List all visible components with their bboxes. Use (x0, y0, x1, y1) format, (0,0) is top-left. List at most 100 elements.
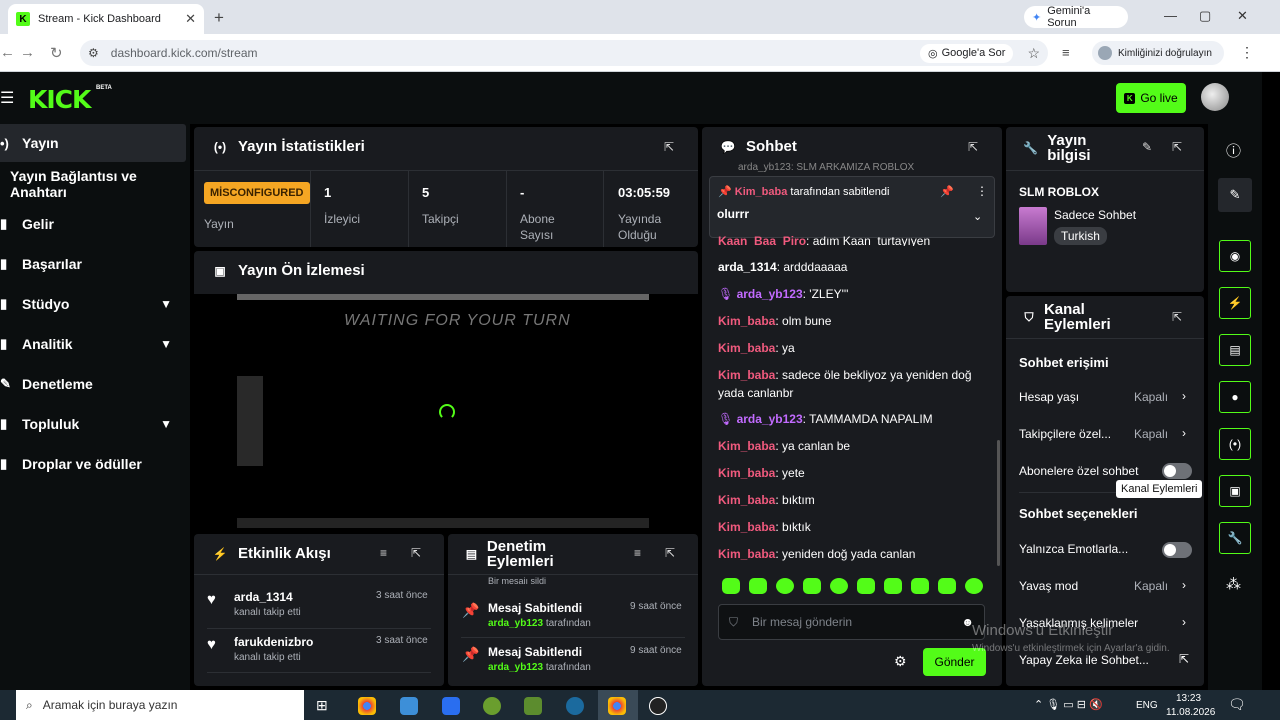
browser-tab[interactable]: K Stream - Kick Dashboard ✕ (8, 4, 204, 34)
sidebar-item-stream-key[interactable]: Yayın Bağlantısı ve Anahtarı (10, 165, 196, 203)
sidebar-item-drops[interactable]: ▮ Droplar ve ödüller (0, 445, 186, 483)
chat-user[interactable]: Kim_baba (718, 341, 775, 355)
followers-only-value[interactable]: Kapalı (1134, 427, 1168, 441)
emote-icon[interactable] (965, 578, 983, 594)
gemini-button[interactable]: ✦ Gemini'a Sorun (1024, 5, 1128, 29)
filter-icon[interactable]: ≡ (380, 546, 387, 560)
ai-chat-label[interactable]: Yapay Zeka ile Sohbet... (1019, 653, 1149, 667)
emote-icon[interactable] (857, 578, 875, 594)
chat-user[interactable]: Kim_baba (718, 314, 775, 328)
close-window-icon[interactable]: ✕ (1237, 8, 1248, 24)
emote-icon[interactable] (722, 578, 740, 594)
expand-icon[interactable]: ⇱ (1172, 310, 1182, 324)
account-age-value[interactable]: Kapalı (1134, 390, 1168, 404)
lightning-icon[interactable]: ⚡ (1219, 287, 1251, 319)
emote-icon[interactable] (803, 578, 821, 594)
menu-icon[interactable]: ☰ (0, 88, 14, 108)
screenshot-icon[interactable]: ◉ (1219, 240, 1251, 272)
bookmark-star-icon[interactable]: ☆ (1027, 45, 1040, 62)
moderation-user[interactable]: arda_yb123 (488, 662, 543, 673)
channel-actions-icon[interactable]: ▣ (1219, 475, 1251, 507)
app-icon[interactable] (483, 697, 501, 715)
chevron-right-icon[interactable]: › (1182, 426, 1186, 440)
activity-user[interactable]: arda_1314 (234, 590, 293, 604)
browser-menu-icon[interactable]: ⋮ (1240, 44, 1254, 61)
chat-user[interactable]: Kim_baba (718, 368, 775, 382)
chat-user[interactable]: arda_yb123 (737, 287, 803, 301)
clock-time[interactable]: 13:23 (1176, 693, 1201, 704)
reload-icon[interactable]: ↻ (50, 44, 63, 62)
emote-icon[interactable] (911, 578, 929, 594)
emote-icon[interactable] (749, 578, 767, 594)
taskbar-search[interactable]: ⌕ Aramak için buraya yazın (16, 690, 304, 720)
user-avatar[interactable] (1201, 83, 1229, 111)
pinned-by-user[interactable]: Kim_baba (735, 186, 788, 198)
sidebar-item-achievements[interactable]: ▮ Başarılar (0, 245, 186, 283)
sidebar-item-community[interactable]: ▮ Topluluk ▼ (0, 405, 186, 443)
expand-icon[interactable]: ⇱ (968, 140, 978, 154)
task-view-icon[interactable]: ⊞ (316, 697, 328, 714)
broadcast-icon[interactable]: (•) (1219, 428, 1251, 460)
clock-date[interactable]: 11.08.2026 (1166, 707, 1215, 718)
emote-icon[interactable] (830, 578, 848, 594)
chat-user[interactable]: arda_1314 (718, 260, 777, 274)
chevron-right-icon[interactable]: › (1182, 389, 1186, 403)
expand-icon[interactable]: ⇱ (665, 546, 675, 560)
minimize-icon[interactable]: — (1164, 8, 1177, 23)
emote-icon[interactable] (776, 578, 794, 594)
unpin-icon[interactable]: 📌 (940, 185, 954, 198)
sidebar-item-analytics[interactable]: ▮ Analitik ▼ (0, 325, 186, 363)
expand-icon[interactable]: ⇱ (664, 140, 674, 154)
minecraft-icon[interactable] (524, 697, 542, 715)
chevron-right-icon[interactable]: › (1182, 615, 1186, 629)
category-name[interactable]: Sadece Sohbet (1054, 208, 1136, 222)
chat-bubble-icon[interactable]: ● (1219, 381, 1251, 413)
expand-icon[interactable]: ⇱ (1172, 140, 1182, 154)
external-link-icon[interactable]: ⇱ (1179, 652, 1189, 666)
moderation-user[interactable]: arda_yb123 (488, 618, 543, 629)
go-live-button[interactable]: K Go live (1116, 83, 1186, 113)
verify-identity-button[interactable]: Kimliğinizi doğrulayın (1092, 41, 1224, 65)
chat-user[interactable]: Kim_baba (718, 520, 775, 534)
category-thumbnail[interactable] (1019, 207, 1047, 245)
emotes-only-toggle[interactable] (1162, 542, 1192, 558)
language-indicator[interactable]: ENG (1136, 700, 1158, 711)
chat-input[interactable]: ⛉ Bir mesaj gönderin ☻ (718, 604, 985, 640)
chat-user[interactable]: Kaan_Baa_Piro (718, 234, 806, 246)
media-control-icon[interactable]: ≡ (1062, 45, 1070, 60)
maximize-icon[interactable]: ▢ (1199, 8, 1211, 24)
chat-settings-icon[interactable]: ⚙ (894, 653, 907, 670)
system-tray[interactable]: ⌃ 🎙 ▭ ⊟ 🔇 (1034, 698, 1103, 711)
file-explorer-icon[interactable] (400, 697, 418, 715)
edit-layout-icon[interactable]: ✎ (1218, 178, 1252, 212)
chat-scrollbar[interactable] (997, 440, 1000, 566)
chevron-down-icon[interactable]: ⌄ (973, 210, 982, 223)
expand-icon[interactable]: ⇱ (411, 546, 421, 560)
steam-icon[interactable] (566, 697, 584, 715)
forward-icon[interactable]: → (20, 44, 35, 61)
emote-icon[interactable] (884, 578, 902, 594)
chrome-icon[interactable] (358, 697, 376, 715)
roblox-icon[interactable] (442, 697, 460, 715)
activity-user[interactable]: farukdenizbro (234, 635, 313, 649)
more-options-icon[interactable]: ⋮ (976, 184, 988, 198)
address-bar[interactable]: ⚙ dashboard.kick.com/stream ◎ Google'a So… (80, 40, 1048, 66)
subs-only-toggle[interactable] (1162, 463, 1192, 479)
kick-logo[interactable]: KICK (28, 85, 91, 114)
chat-user[interactable]: Kim_baba (718, 493, 775, 507)
chat-user[interactable]: Kim_baba (718, 439, 775, 453)
chat-user[interactable]: arda_yb123 (737, 412, 803, 426)
slow-mode-value[interactable]: Kapalı (1134, 579, 1168, 593)
close-tab-icon[interactable]: ✕ (185, 11, 196, 27)
edit-icon[interactable]: ✎ (1142, 140, 1152, 154)
chrome-icon[interactable] (608, 697, 626, 715)
sidebar-item-studio[interactable]: ▮ Stüdyo ▼ (0, 285, 186, 323)
share-icon[interactable]: ⁂ (1226, 575, 1241, 593)
sidebar-item-moderation[interactable]: ✎ Denetleme (0, 365, 186, 403)
site-info-icon[interactable]: ⚙ (88, 46, 99, 60)
new-tab-icon[interactable]: + (214, 8, 224, 28)
document-icon[interactable]: ▤ (1219, 334, 1251, 366)
chat-user[interactable]: Kim_baba (718, 466, 775, 480)
back-icon[interactable]: ← (0, 44, 15, 61)
wrench-icon[interactable]: 🔧 (1219, 522, 1251, 554)
